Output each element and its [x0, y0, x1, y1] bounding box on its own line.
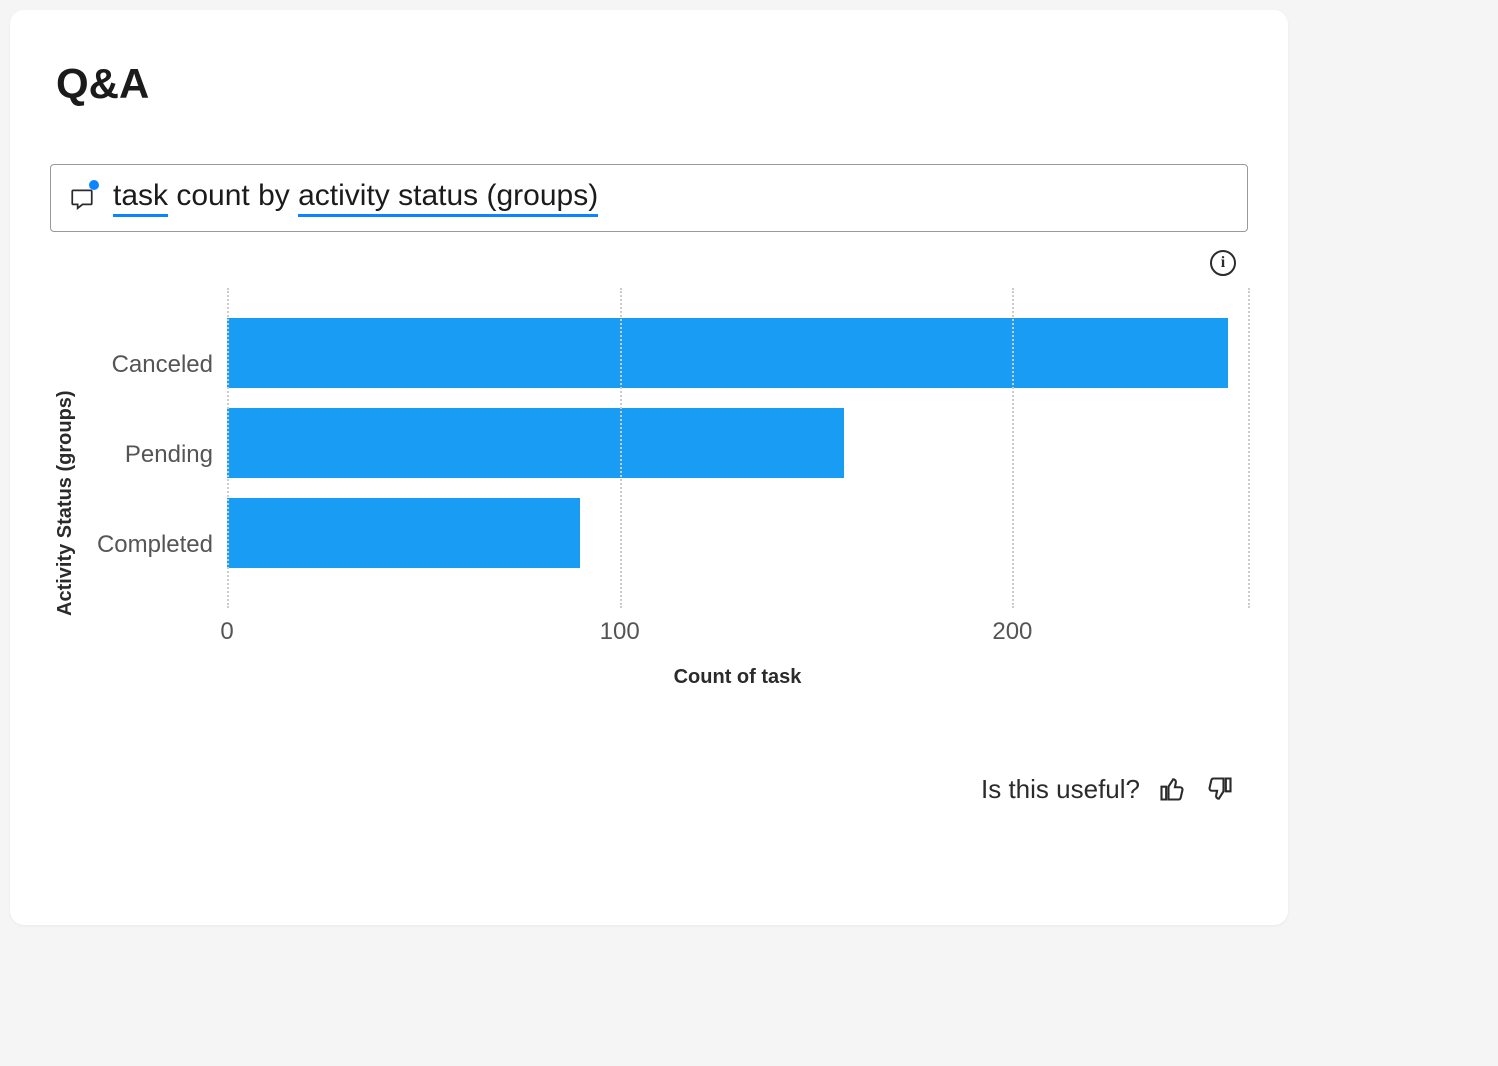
y-axis-label: Completed: [87, 500, 227, 590]
page-title: Q&A: [50, 60, 1248, 108]
plot-column: 0100200 Count of task: [227, 288, 1248, 718]
thumbs-down-button[interactable]: [1206, 775, 1236, 805]
qa-query-input[interactable]: task count by activity status (groups): [50, 164, 1248, 232]
info-row: i: [50, 250, 1248, 276]
bars-container: [227, 318, 1248, 588]
query-token-task: task: [113, 179, 168, 217]
thumbs-up-button[interactable]: [1158, 775, 1188, 805]
gridline: [227, 288, 229, 608]
x-axis-tick: 200: [992, 618, 1032, 646]
info-icon[interactable]: i: [1210, 250, 1236, 276]
qa-query-text: task count by activity status (groups): [113, 179, 598, 217]
gridline: [1012, 288, 1014, 608]
notification-dot-icon: [89, 180, 99, 190]
y-axis-title: Activity Status (groups): [50, 288, 81, 718]
y-axis-label: Pending: [87, 410, 227, 500]
x-axis-title: Count of task: [227, 666, 1248, 689]
query-token-countby: count by: [168, 179, 298, 217]
feedback-row: Is this useful?: [50, 774, 1248, 805]
y-axis-labels: CanceledPendingCompleted: [87, 288, 227, 718]
feedback-label: Is this useful?: [981, 774, 1140, 805]
x-axis-ticks: 0100200: [227, 618, 1248, 658]
y-axis-label: Canceled: [87, 320, 227, 410]
x-axis-tick: 100: [600, 618, 640, 646]
chart-area: Activity Status (groups) CanceledPending…: [50, 288, 1248, 718]
speech-bubble-icon: [69, 182, 101, 214]
bar-completed[interactable]: [227, 498, 580, 568]
gridline: [620, 288, 622, 608]
bar-pending[interactable]: [227, 408, 844, 478]
bar-canceled[interactable]: [227, 318, 1228, 388]
x-axis-tick: 0: [220, 618, 233, 646]
query-token-activity-status: activity status (groups): [298, 179, 598, 217]
plot-area: [227, 288, 1248, 608]
gridline: [1248, 288, 1250, 608]
qa-card: Q&A task count by activity status (group…: [10, 10, 1288, 925]
